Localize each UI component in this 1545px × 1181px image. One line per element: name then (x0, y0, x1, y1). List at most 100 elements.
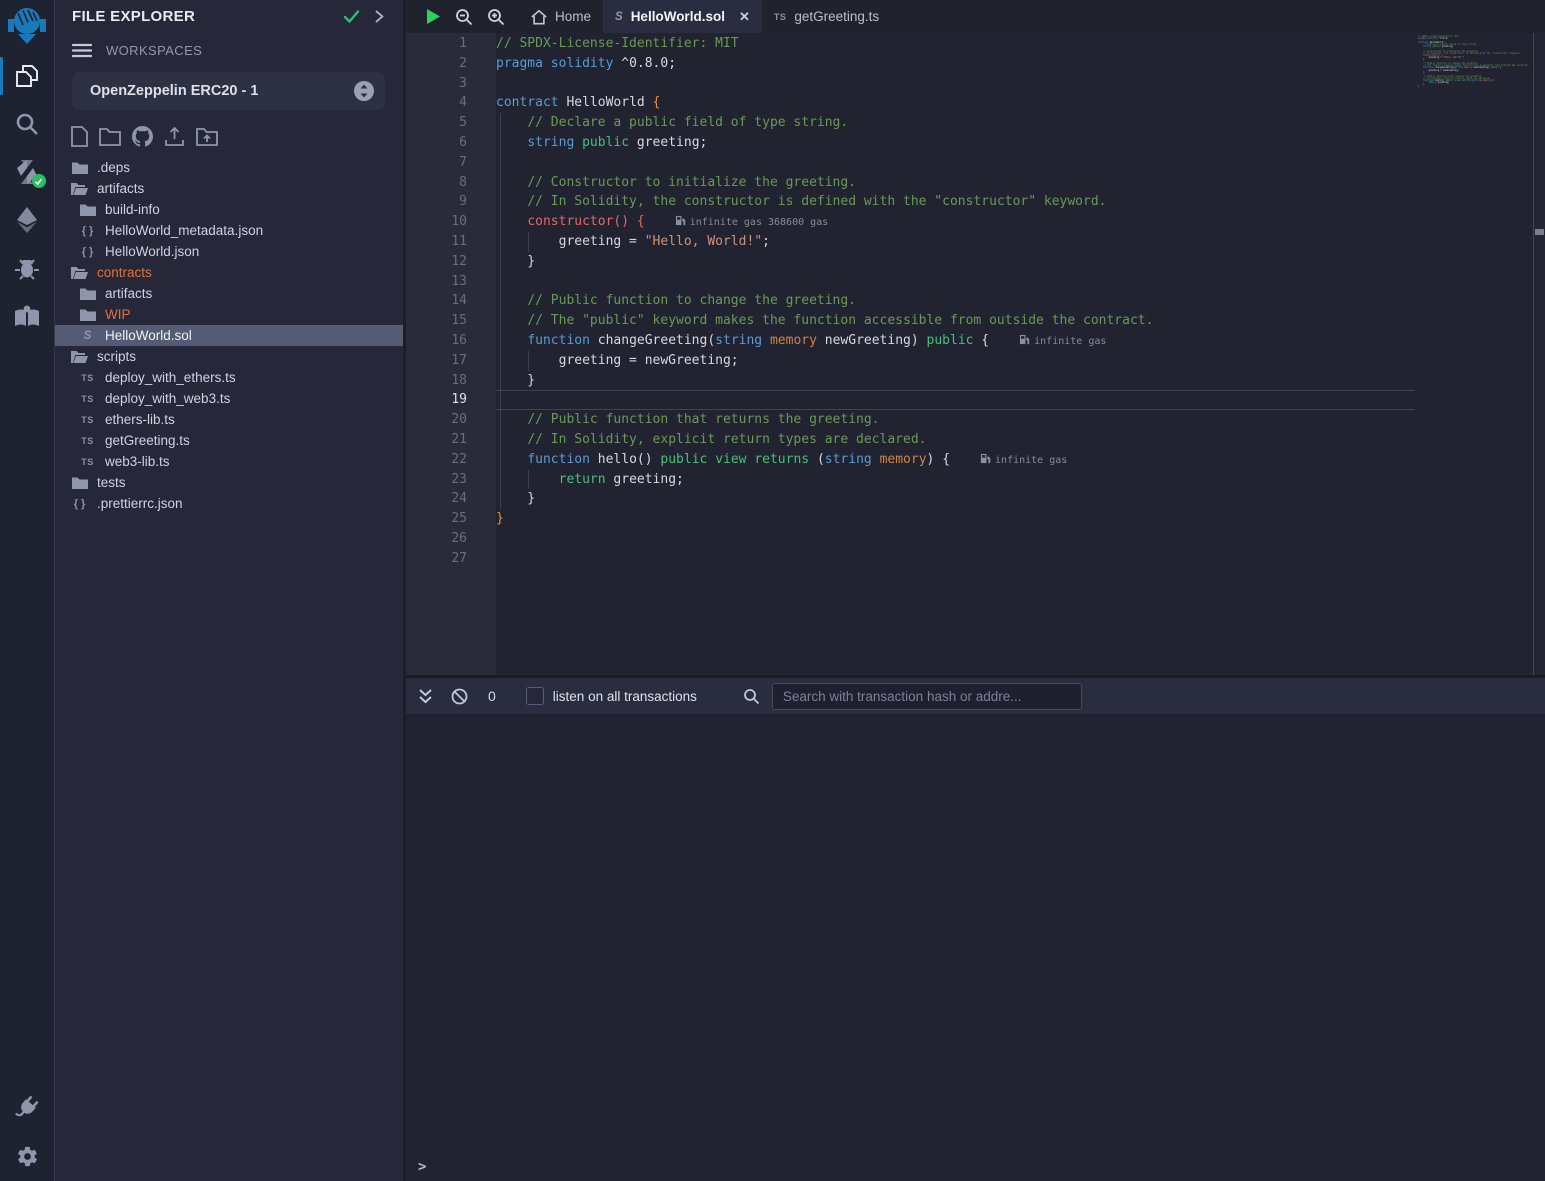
editor-minimap[interactable]: // SPDX-License-Identifier: MITpragma so… (1415, 33, 1533, 675)
tab-getgreeting-ts[interactable]: TS getGreeting.ts (762, 0, 891, 33)
sidebar-icon-search[interactable] (0, 100, 55, 148)
workspaces-menu-icon[interactable] (72, 43, 92, 58)
code-line[interactable]: } (496, 252, 1415, 272)
clear-console-icon[interactable] (451, 688, 468, 705)
code-line[interactable] (496, 390, 1415, 410)
sidebar-icon-debugger[interactable] (0, 244, 55, 292)
line-number[interactable]: 22 (406, 450, 496, 470)
new-file-icon[interactable] (71, 126, 88, 147)
line-number[interactable]: 17 (406, 351, 496, 371)
line-number[interactable]: 9 (406, 192, 496, 212)
code-line[interactable]: // Public function that returns the gree… (496, 410, 1415, 430)
code-line[interactable]: // Public function to change the greetin… (496, 291, 1415, 311)
line-number[interactable]: 7 (406, 153, 496, 173)
tree-item-helloworld-metadata-json[interactable]: { } HelloWorld_metadata.json (55, 220, 403, 241)
run-script-button[interactable] (425, 8, 441, 25)
tree-item-deploy-with-web3-ts[interactable]: TS deploy_with_web3.ts (55, 388, 403, 409)
line-number[interactable]: 12 (406, 252, 496, 272)
line-number[interactable]: 16 (406, 331, 496, 351)
line-number[interactable]: 10 (406, 212, 496, 232)
tree-item-scripts[interactable]: scripts (55, 346, 403, 367)
listen-transactions-checkbox[interactable] (526, 687, 544, 705)
editor-scrollbar[interactable] (1533, 33, 1545, 675)
line-number[interactable]: 18 (406, 371, 496, 391)
tab-home[interactable]: Home (519, 0, 603, 33)
code-line[interactable]: // In Solidity, explicit return types ar… (496, 430, 1415, 450)
close-tab-icon[interactable]: ✕ (739, 9, 750, 25)
tree-item-helloworld-json[interactable]: { } HelloWorld.json (55, 241, 403, 262)
new-folder-icon[interactable] (99, 127, 121, 146)
line-number[interactable]: 14 (406, 291, 496, 311)
tree-item-ethers-lib-ts[interactable]: TS ethers-lib.ts (55, 409, 403, 430)
tree-item-wip[interactable]: WIP (55, 304, 403, 325)
code-line[interactable]: constructor() {infinite gas 368600 gas (496, 212, 1415, 232)
code-line[interactable]: greeting = "Hello, World!"; (496, 232, 1415, 252)
code-line[interactable]: } (496, 371, 1415, 391)
line-number[interactable]: 20 (406, 410, 496, 430)
sidebar-icon-solidity-compiler[interactable] (0, 148, 55, 196)
code-line[interactable]: greeting = newGreeting; (496, 351, 1415, 371)
line-number[interactable]: 8 (406, 173, 496, 193)
code-line[interactable]: return greeting; (496, 470, 1415, 490)
line-number[interactable]: 25 (406, 509, 496, 529)
line-number[interactable]: 21 (406, 430, 496, 450)
code-line[interactable] (496, 549, 1415, 569)
sidebar-icon-settings[interactable] (0, 1132, 55, 1181)
line-number[interactable]: 19 (406, 390, 496, 410)
workspace-dropdown[interactable]: OpenZeppelin ERC20 - 1 (72, 72, 385, 110)
tree-item-helloworld-sol[interactable]: S HelloWorld.sol (55, 325, 403, 346)
line-number[interactable]: 4 (406, 93, 496, 113)
tree-item-tests[interactable]: tests (55, 472, 403, 493)
tab-helloworld-sol[interactable]: S HelloWorld.sol ✕ (603, 0, 762, 33)
code-line[interactable]: // Declare a public field of type string… (496, 113, 1415, 133)
line-number[interactable]: 2 (406, 54, 496, 74)
code-line[interactable] (496, 74, 1415, 94)
github-icon[interactable] (132, 126, 153, 147)
code-line[interactable]: } (496, 489, 1415, 509)
tree-item--prettierrc-json[interactable]: { } .prettierrc.json (55, 493, 403, 514)
code-line[interactable]: function hello() public view returns (st… (496, 450, 1415, 470)
listen-transactions-label[interactable]: listen on all transactions (553, 689, 697, 704)
collapse-chevron-icon[interactable] (374, 9, 385, 24)
code-line[interactable]: } (496, 509, 1415, 529)
code-line[interactable]: string public greeting; (496, 133, 1415, 153)
code-line[interactable] (496, 529, 1415, 549)
line-number[interactable]: 26 (406, 529, 496, 549)
line-number[interactable]: 27 (406, 549, 496, 569)
line-number[interactable]: 5 (406, 113, 496, 133)
tree-item-contracts[interactable]: contracts (55, 262, 403, 283)
line-number[interactable]: 6 (406, 133, 496, 153)
line-number[interactable]: 11 (406, 232, 496, 252)
line-number[interactable]: 13 (406, 272, 496, 292)
accept-check-icon[interactable] (343, 9, 360, 24)
tree-item-deploy-with-ethers-ts[interactable]: TS deploy_with_ethers.ts (55, 367, 403, 388)
code-line[interactable]: pragma solidity ^0.8.0; (496, 54, 1415, 74)
upload-file-icon[interactable] (164, 126, 185, 147)
upload-folder-icon[interactable] (196, 127, 218, 146)
line-number[interactable]: 15 (406, 311, 496, 331)
code-line[interactable]: contract HelloWorld { (496, 93, 1415, 113)
sidebar-icon-file-explorer[interactable] (0, 52, 55, 100)
tree-item-web3-lib-ts[interactable]: TS web3-lib.ts (55, 451, 403, 472)
sidebar-icon-plugin-manager[interactable] (0, 1083, 55, 1132)
code-line[interactable]: // In Solidity, the constructor is defin… (496, 192, 1415, 212)
code-line[interactable]: function changeGreeting(string memory ne… (496, 331, 1415, 351)
code-area[interactable]: // SPDX-License-Identifier: MITpragma so… (496, 33, 1415, 675)
sidebar-icon-learneth[interactable] (0, 292, 55, 340)
line-number[interactable]: 23 (406, 470, 496, 490)
tree-item-build-info[interactable]: build-info (55, 199, 403, 220)
code-line[interactable] (496, 272, 1415, 292)
tree-item-getgreeting-ts[interactable]: TS getGreeting.ts (55, 430, 403, 451)
tree-item-artifacts[interactable]: artifacts (55, 178, 403, 199)
code-line[interactable]: // The "public" keyword makes the functi… (496, 311, 1415, 331)
sidebar-icon-deploy-run[interactable] (0, 196, 55, 244)
terminal-search-input[interactable] (772, 683, 1082, 710)
line-number[interactable]: 24 (406, 489, 496, 509)
tree-item-artifacts[interactable]: artifacts (55, 283, 403, 304)
code-line[interactable]: // SPDX-License-Identifier: MIT (496, 34, 1415, 54)
scrollbar-thumb[interactable] (1535, 229, 1544, 235)
code-line[interactable] (496, 153, 1415, 173)
zoom-in-icon[interactable] (487, 8, 505, 26)
line-number[interactable]: 3 (406, 74, 496, 94)
terminal-collapse-icon[interactable] (418, 688, 433, 705)
